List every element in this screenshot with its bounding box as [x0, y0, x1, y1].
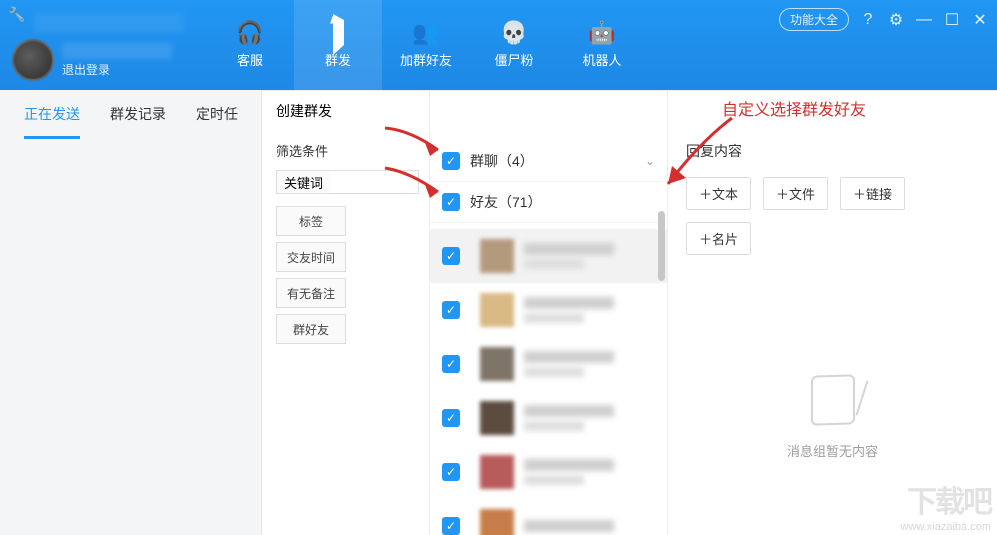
friend-name-blurred [524, 297, 614, 309]
filter-column: 创建群发 筛选条件 关键词 标签 交友时间 有无备注 群好友 [262, 91, 430, 535]
keyword-label: 关键词 [276, 170, 330, 194]
watermark-url: www.xiazaiba.com [901, 521, 991, 533]
friend-item[interactable] [430, 499, 667, 535]
modal-title: 创建群发 [276, 101, 332, 121]
friend-avatar-blurred [480, 293, 514, 327]
minimize-icon[interactable]: — [915, 11, 933, 29]
checkbox-checked-icon[interactable] [442, 517, 460, 535]
empty-state: 消息组暂无内容 [686, 375, 979, 460]
nav-label: 僵尸粉 [494, 50, 533, 69]
chip-link[interactable]: ＋链接 [840, 177, 905, 210]
annotation-text: 自定义选择群发好友 [722, 96, 866, 120]
friend-avatar-blurred [480, 509, 514, 535]
wrench-icon: 🔧 [8, 6, 25, 23]
keyword-input[interactable] [330, 170, 419, 194]
tab-schedule[interactable]: 定时任 [196, 104, 238, 139]
watermark: 下载吧 www.xiazaiba.com [901, 477, 991, 533]
group-chat-toggle[interactable]: 群聊（4） ⌄ [430, 141, 667, 182]
friend-item[interactable] [430, 229, 667, 283]
friends-label: 好友（71） [470, 192, 542, 212]
nav-customer-service[interactable]: 客服 [206, 0, 294, 90]
logout-link[interactable]: 退出登录 [62, 61, 172, 78]
friend-item[interactable] [430, 391, 667, 445]
maximize-icon[interactable]: ☐ [943, 11, 961, 29]
chip-text[interactable]: ＋文本 [686, 177, 751, 210]
titlebar-controls: 功能大全 ? ⚙ — ☐ ✕ [779, 8, 989, 31]
tab-sending[interactable]: 正在发送 [24, 104, 80, 139]
friend-item[interactable] [430, 445, 667, 499]
checkbox-checked-icon[interactable] [442, 409, 460, 427]
help-icon[interactable]: ? [859, 11, 877, 29]
nav-label: 客服 [237, 50, 263, 69]
empty-note-icon [811, 374, 855, 426]
friend-list[interactable] [430, 223, 667, 535]
friend-name-blurred [524, 520, 614, 532]
username-blurred [62, 43, 172, 59]
friend-avatar-blurred [480, 401, 514, 435]
friends-toggle[interactable]: 好友（71） [430, 182, 667, 223]
nav-label: 加群好友 [400, 50, 452, 69]
friend-name-blurred [524, 243, 614, 255]
filter-friend-time-button[interactable]: 交友时间 [276, 242, 346, 272]
watermark-text: 下载吧 [907, 477, 991, 521]
filter-group-friend-button[interactable]: 群好友 [276, 314, 346, 344]
filter-tag-button[interactable]: 标签 [276, 206, 346, 236]
friend-sub-blurred [524, 421, 584, 431]
empty-state-text: 消息组暂无内容 [787, 441, 878, 460]
close-icon[interactable]: ✕ [971, 11, 989, 29]
reply-title: 回复内容 [686, 141, 979, 161]
nav-robot[interactable]: 机器人 [558, 0, 646, 90]
filter-title: 筛选条件 [276, 141, 419, 160]
app-title-blurred [34, 13, 184, 33]
left-background-panel: 正在发送 群发记录 定时任 [0, 90, 262, 535]
chevron-down-icon: ⌄ [645, 154, 655, 168]
nav-zombie-fans[interactable]: 僵尸粉 [470, 0, 558, 90]
group-chat-label: 群聊（4） [470, 151, 534, 171]
reply-content-column: 回复内容 ＋文本 ＋文件 ＋链接 ＋名片 消息组暂无内容 [668, 91, 997, 535]
paper-plane-icon [333, 22, 344, 44]
headset-icon [236, 22, 263, 44]
friend-avatar-blurred [480, 239, 514, 273]
checkbox-checked-icon[interactable] [442, 301, 460, 319]
gear-icon[interactable]: ⚙ [887, 11, 905, 29]
friend-name-blurred [524, 459, 614, 471]
friend-name-blurred [524, 351, 614, 363]
checkbox-checked-icon[interactable] [442, 193, 460, 211]
filter-has-remark-button[interactable]: 有无备注 [276, 278, 346, 308]
tab-history[interactable]: 群发记录 [110, 104, 166, 139]
selection-column: 群聊（4） ⌄ 好友（71） [430, 91, 668, 535]
friend-avatar-blurred [480, 347, 514, 381]
checkbox-checked-icon[interactable] [442, 355, 460, 373]
checkbox-checked-icon[interactable] [442, 152, 460, 170]
title-user-section: 退出登录 [0, 0, 190, 90]
scrollbar-thumb[interactable] [658, 211, 665, 281]
skull-icon [500, 22, 527, 44]
friend-name-blurred [524, 405, 614, 417]
create-broadcast-panel: 创建群发 筛选条件 关键词 标签 交友时间 有无备注 群好友 群聊（4） ⌄ 好… [262, 90, 997, 535]
friend-sub-blurred [524, 367, 584, 377]
nav-add-group-friend[interactable]: 加群好友 [382, 0, 470, 90]
chip-card[interactable]: ＋名片 [686, 222, 751, 255]
friend-avatar-blurred [480, 455, 514, 489]
feature-pill[interactable]: 功能大全 [779, 8, 849, 31]
checkbox-checked-icon[interactable] [442, 463, 460, 481]
friend-item[interactable] [430, 283, 667, 337]
add-friend-icon [412, 22, 439, 44]
title-bar: 🔧 退出登录 客服 群发 加群好友 僵尸粉 机器人 [0, 0, 997, 90]
content-chip-row: ＋文本 ＋文件 ＋链接 ＋名片 [686, 177, 979, 255]
checkbox-checked-icon[interactable] [442, 247, 460, 265]
chip-file[interactable]: ＋文件 [763, 177, 828, 210]
robot-icon [588, 22, 615, 44]
nav-label: 机器人 [582, 50, 621, 69]
friend-sub-blurred [524, 475, 584, 485]
nav-bulk-send[interactable]: 群发 [294, 0, 382, 90]
left-tabs: 正在发送 群发记录 定时任 [0, 90, 261, 139]
friend-sub-blurred [524, 259, 584, 269]
friend-sub-blurred [524, 313, 584, 323]
avatar[interactable] [12, 39, 54, 81]
friend-item[interactable] [430, 337, 667, 391]
